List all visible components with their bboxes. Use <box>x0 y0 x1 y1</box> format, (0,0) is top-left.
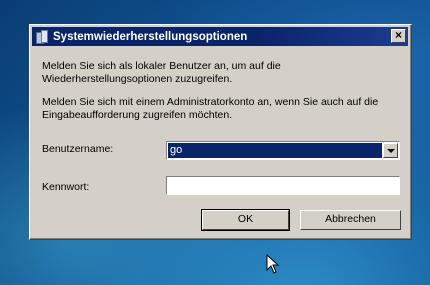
system-recovery-dialog: Systemwiederherstellungsoptionen × Melde… <box>29 24 412 240</box>
title-bar[interactable]: Systemwiederherstellungsoptionen × <box>32 27 408 46</box>
ok-button[interactable]: OK <box>201 209 290 231</box>
info-message-admin: Melden Sie sich mit einem Administratork… <box>42 96 379 121</box>
password-label: Kennwort: <box>42 181 90 193</box>
close-icon: × <box>394 28 402 42</box>
username-dropdown[interactable]: go <box>166 141 400 160</box>
close-button[interactable]: × <box>391 29 406 43</box>
username-label: Benutzername: <box>42 143 114 155</box>
mouse-pointer-icon <box>266 254 280 274</box>
cancel-button[interactable]: Abbrechen <box>300 210 401 230</box>
password-field[interactable] <box>166 176 400 195</box>
username-selected-value: go <box>168 143 382 158</box>
recovery-app-icon <box>36 30 48 44</box>
dialog-title: Systemwiederherstellungsoptionen <box>53 30 248 43</box>
info-message-local-user: Melden Sie sich als lokaler Benutzer an,… <box>42 60 281 85</box>
chevron-down-icon[interactable] <box>383 143 398 158</box>
